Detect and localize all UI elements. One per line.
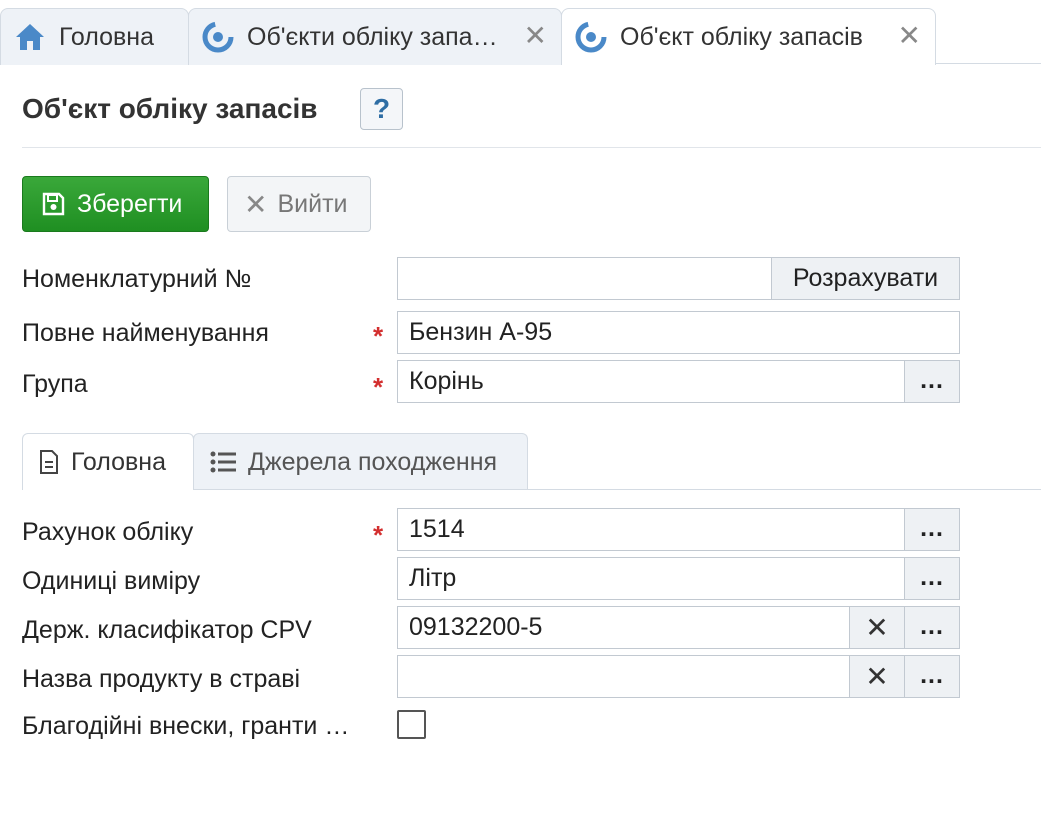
tab-main-label: Головна: [71, 447, 166, 476]
page-title: Об'єкт обліку запасів: [22, 93, 318, 124]
units-lookup-button[interactable]: ...: [904, 557, 960, 600]
group-input[interactable]: Корінь: [397, 360, 905, 403]
account-lookup-button[interactable]: ...: [904, 508, 960, 551]
group-lookup-button[interactable]: ...: [904, 360, 960, 403]
save-button-label: Зберегти: [77, 189, 183, 218]
charity-checkbox[interactable]: [397, 710, 426, 739]
required-mark: *: [373, 321, 384, 351]
tab-main[interactable]: Головна: [22, 433, 194, 490]
units-label: Одиниці виміру: [22, 567, 201, 595]
document-icon: [40, 450, 58, 474]
module-icon: [575, 21, 607, 53]
account-input[interactable]: 1514: [397, 508, 905, 551]
group-label: Група: [22, 370, 88, 398]
account-label: Рахунок обліку: [22, 518, 194, 546]
exit-button[interactable]: ✕ Вийти: [227, 176, 371, 232]
nomenclature-label: Номенклатурний №: [22, 265, 252, 293]
list-icon: [210, 451, 236, 473]
tab-sources-label: Джерела походження: [248, 447, 498, 476]
calculate-button[interactable]: Розрахувати: [771, 257, 960, 300]
tab-inventory-item[interactable]: Об'єкт обліку запасів ✕: [561, 8, 936, 65]
exit-button-label: Вийти: [277, 189, 348, 218]
cpv-label: Держ. класифікатор CPV: [22, 616, 312, 644]
tab-inventory-list-label: Об'єкти обліку запа…: [247, 22, 498, 51]
window-tab-bar: Головна Об'єкти обліку запа… ✕ Об'єкт об…: [0, 0, 1041, 65]
tab-home-label: Головна: [59, 22, 154, 51]
required-mark: *: [373, 520, 384, 550]
charity-label: Благодійні внески, гранти …: [22, 712, 350, 740]
dish-product-label: Назва продукту в страві: [22, 665, 301, 693]
cpv-input[interactable]: 09132200-5: [397, 606, 850, 649]
close-icon[interactable]: ✕: [524, 21, 547, 51]
cpv-clear-button[interactable]: ✕: [849, 606, 905, 649]
dish-product-lookup-button[interactable]: ...: [904, 655, 960, 698]
tab-sources[interactable]: Джерела походження: [193, 433, 528, 490]
module-icon: [202, 21, 234, 53]
close-icon[interactable]: ✕: [898, 21, 921, 51]
home-icon: [16, 24, 44, 50]
tab-inventory-item-label: Об'єкт обліку запасів: [620, 22, 863, 51]
floppy-disk-icon: [42, 192, 65, 216]
cpv-lookup-button[interactable]: ...: [904, 606, 960, 649]
full-name-label: Повне найменування: [22, 319, 269, 347]
save-button[interactable]: Зберегти: [22, 176, 209, 232]
divider: [22, 147, 1041, 148]
tab-inventory-list[interactable]: Об'єкти обліку запа… ✕: [188, 8, 562, 65]
help-button[interactable]: ?: [360, 88, 403, 130]
full-name-input[interactable]: Бензин А-95: [397, 311, 960, 354]
close-icon: ✕: [244, 188, 268, 220]
tab-home[interactable]: Головна: [0, 8, 189, 65]
dish-product-input[interactable]: [397, 655, 850, 698]
units-input[interactable]: Літр: [397, 557, 905, 600]
dish-product-clear-button[interactable]: ✕: [849, 655, 905, 698]
nomenclature-input[interactable]: [397, 257, 772, 300]
required-mark: *: [373, 372, 384, 402]
